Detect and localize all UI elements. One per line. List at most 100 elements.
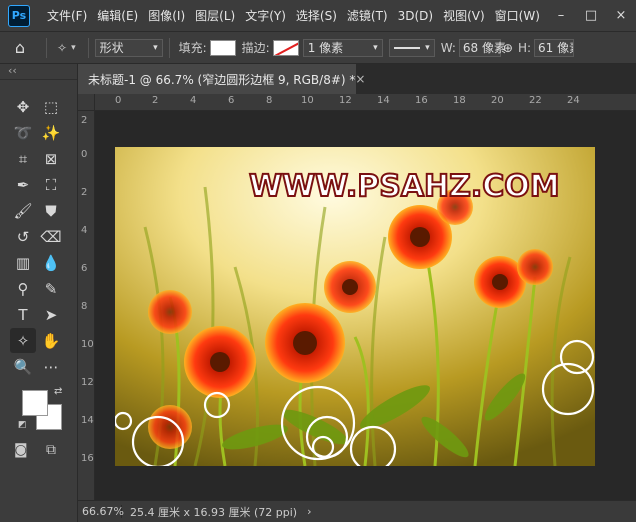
ruler-tick-label: 10 [301,95,314,106]
ruler-tick-label: 2 [81,187,88,198]
menu-image[interactable]: 图像(I) [143,0,190,32]
home-icon[interactable]: ⌂ [0,38,40,57]
stroke-line-icon [393,46,420,49]
quick-mask-icon[interactable]: ◙ [14,442,28,458]
history-brush-tool-icon[interactable]: ↺ [10,224,36,249]
status-menu-arrow[interactable]: › [307,505,311,518]
ruler-tick-label: 0 [81,149,88,160]
screen-mode-icon[interactable]: ⧉ [46,442,56,458]
window-controls: – □ × [546,8,636,23]
document-canvas[interactable]: WWW.PSAHZ.COM [115,147,595,466]
tool-mode-select[interactable]: 形状 ▾ [94,38,163,57]
maximize-button[interactable]: □ [576,8,606,23]
chevron-down-icon: ▾ [373,42,378,53]
brush-tool-icon[interactable]: 🖌 [10,198,36,223]
vertical-ruler[interactable]: 2 0 2 4 6 8 10 12 14 16 [78,111,95,500]
type-tool-icon[interactable]: T [10,302,36,327]
ruler-tick-label: 6 [228,95,235,106]
move-tool-icon[interactable]: ✥ [10,94,36,119]
tool-grid: ✥ ⬚ ➰ ✨ ⌗ ⊠ ✒ ⛶ 🖌 ⛊ ↺ ⌫ ▥ 💧 ⚲ ✎ T ➤ ✧ ✋ 🔍 ⋯ [10,94,70,380]
eyedropper-tool-icon[interactable]: ✒ [10,172,36,197]
eraser-tool-icon[interactable]: ⌫ [38,224,64,249]
fill-swatch[interactable] [209,39,236,56]
menu-window[interactable]: 窗口(W) [490,0,545,32]
divider [46,37,47,58]
height-input[interactable]: 61 像素 [534,38,575,57]
collapse-panel-button[interactable]: ‹‹ [0,64,77,80]
ruler-tick-label: 8 [266,95,273,106]
stamp-tool-icon[interactable]: ⛊ [38,198,64,223]
stroke-width-value: 1 像素 [307,41,344,55]
menu-list: 文件(F) 编辑(E) 图像(I) 图层(L) 文字(Y) 选择(S) 滤镜(T… [42,0,545,32]
crop-tool-icon[interactable]: ⌗ [10,146,36,171]
horizontal-ruler[interactable]: 0 2 4 6 8 10 12 14 16 18 20 22 24 [95,94,636,111]
status-bar: 66.67% 25.4 厘米 x 16.93 厘米 (72 ppi) › [78,500,636,522]
menu-edit[interactable]: 编辑(E) [92,0,143,32]
ruler-tick-label: 10 [81,339,94,350]
hand-tool-icon[interactable]: ✋ [38,328,64,353]
fill-label: 填充: [178,41,207,55]
stroke-label: 描边: [241,41,270,55]
ruler-tick-label: 14 [377,95,390,106]
stroke-width-select[interactable]: 1 像素 ▾ [302,38,383,57]
menu-layer[interactable]: 图层(L) [190,0,240,32]
minimize-button[interactable]: – [546,8,576,23]
height-label: H: [517,40,532,55]
ruler-tick-label: 8 [81,301,88,312]
tool-preset-picker[interactable]: ✧ ▾ [57,41,76,55]
default-colors-icon[interactable]: ◩ [18,420,27,430]
menu-select[interactable]: 选择(S) [291,0,342,32]
ruler-tick-label: 18 [453,95,466,106]
ruler-tick-label: 20 [491,95,504,106]
marquee-tool-icon[interactable]: ⬚ [38,94,64,119]
magic-wand-tool-icon[interactable]: ✨ [38,120,64,145]
document-tab-title: 未标题-1 @ 66.7% (窄边圆形边框 9, RGB/8#) * [88,72,356,87]
path-selection-tool-icon[interactable]: ➤ [38,302,64,327]
lasso-tool-icon[interactable]: ➰ [10,120,36,145]
chevron-down-icon: ▾ [71,42,76,53]
menu-view[interactable]: 视图(V) [438,0,490,32]
ruler-tick-label: 12 [81,377,94,388]
zoom-level[interactable]: 66.67% [78,505,124,518]
ruler-tick-label: 2 [81,115,88,126]
more-tools-icon[interactable]: ⋯ [38,354,64,379]
chevron-down-icon: ▾ [425,42,430,53]
menu-filter[interactable]: 滤镜(T) [342,0,393,32]
close-button[interactable]: × [606,8,636,23]
menu-3d[interactable]: 3D(D) [393,0,438,32]
swap-colors-icon[interactable]: ⇄ [54,386,62,397]
document-tab-bar: 未标题-1 @ 66.7% (窄边圆形边框 9, RGB/8#) * × [78,64,636,94]
width-input[interactable]: 68 像素 [458,38,506,57]
zoom-tool-icon[interactable]: 🔍 [10,354,36,379]
document-info: 25.4 厘米 x 16.93 厘米 (72 ppi) [130,505,298,519]
chevron-down-icon: ▾ [153,42,158,53]
ruler-tick-label: 24 [567,95,580,106]
gradient-tool-icon[interactable]: ▥ [10,250,36,275]
ruler-tick-label: 0 [115,95,122,106]
ps-logo: Ps [8,4,30,27]
ruler-tick-label: 14 [81,415,94,426]
canvas-workspace[interactable]: WWW.PSAHZ.COM [95,111,636,500]
frame-tool-icon[interactable]: ⊠ [38,146,64,171]
dodge-tool-icon[interactable]: ⚲ [10,276,36,301]
blur-tool-icon[interactable]: 💧 [38,250,64,275]
menu-type[interactable]: 文字(Y) [240,0,291,32]
ruler-tick-label: 4 [81,225,88,236]
custom-shape-icon: ✧ [57,40,68,55]
close-tab-icon[interactable]: × [355,72,365,86]
watermark-text: WWW.PSAHZ.COM [248,168,561,205]
tools-panel: ‹‹ ✥ ⬚ ➰ ✨ ⌗ ⊠ ✒ ⛶ 🖌 ⛊ ↺ ⌫ ▥ 💧 ⚲ ✎ T ➤ ✧ ✋ 🔍 ⋯ ⇄ ◩ … [0,64,78,522]
ruler-tick-label: 6 [81,263,88,274]
ruler-tick-label: 16 [415,95,428,106]
healing-brush-tool-icon[interactable]: ⛶ [38,172,64,197]
options-bar: ⌂ ✧ ▾ 形状 ▾ 填充: 描边: 1 像素 ▾ ▾ W: 68 像素 ⊕ H… [0,32,636,64]
link-icon[interactable]: ⊕ [503,41,513,55]
stroke-type-select[interactable]: ▾ [388,38,435,57]
menu-file[interactable]: 文件(F) [42,0,92,32]
stroke-swatch[interactable] [272,39,299,56]
document-tab[interactable]: 未标题-1 @ 66.7% (窄边圆形边框 9, RGB/8#) * × [78,64,365,94]
custom-shape-tool-icon[interactable]: ✧ [10,328,36,353]
divider [87,37,89,58]
foreground-color-swatch[interactable] [22,390,48,416]
pen-tool-icon[interactable]: ✎ [38,276,64,301]
